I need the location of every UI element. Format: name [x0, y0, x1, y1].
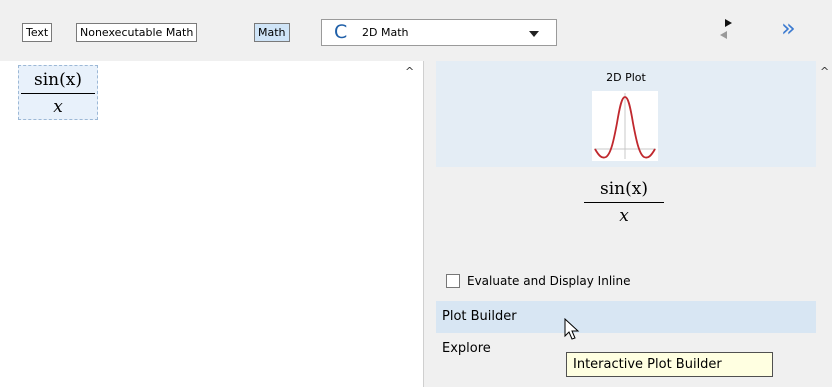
input-style-value: 2D Math [362, 26, 409, 39]
c-icon: C [334, 21, 348, 43]
text-mode-button[interactable]: Text [22, 23, 53, 42]
worksheet-editor[interactable]: sin(x) x ^ [0, 61, 424, 387]
preview-title: 2D Plot [606, 71, 646, 84]
tooltip: Interactive Plot Builder [566, 352, 773, 377]
plot-builder-item[interactable]: Plot Builder [436, 301, 816, 333]
sinc-plot-thumbnail [592, 91, 658, 161]
fraction-denominator: x [619, 206, 629, 226]
fraction-numerator: sin(x) [584, 179, 664, 203]
double-chevron-right-icon[interactable]: » [781, 14, 796, 42]
fraction-denominator: x [53, 97, 63, 117]
context-panel: 2D Plot sin(x) x Evaluate and Display In… [436, 61, 816, 387]
scroll-up-icon[interactable]: ^ [820, 66, 830, 77]
fraction-numerator: sin(x) [21, 70, 95, 94]
panel-expression: sin(x) x [584, 179, 664, 226]
toolbar: Text Nonexecutable Math Math C 2D Math » [0, 0, 832, 61]
panel-scrollbar[interactable]: ^ [816, 61, 832, 387]
nonexecutable-math-mode-button[interactable]: Nonexecutable Math [76, 23, 198, 42]
scroll-up-icon[interactable]: ^ [405, 66, 415, 77]
input-style-dropdown[interactable]: C 2D Math [321, 19, 557, 46]
evaluate-inline-checkbox[interactable] [446, 274, 460, 288]
triangle-right-icon[interactable] [725, 19, 732, 27]
plot-preview[interactable]: 2D Plot [436, 61, 816, 167]
fraction: sin(x) x [21, 70, 95, 117]
triangle-left-icon[interactable] [720, 31, 727, 39]
math-expression[interactable]: sin(x) x [18, 65, 98, 120]
math-mode-button[interactable]: Math [254, 23, 290, 42]
chevron-down-icon [529, 31, 539, 37]
evaluate-inline-label: Evaluate and Display Inline [467, 274, 631, 288]
mouse-pointer-icon [564, 318, 580, 340]
